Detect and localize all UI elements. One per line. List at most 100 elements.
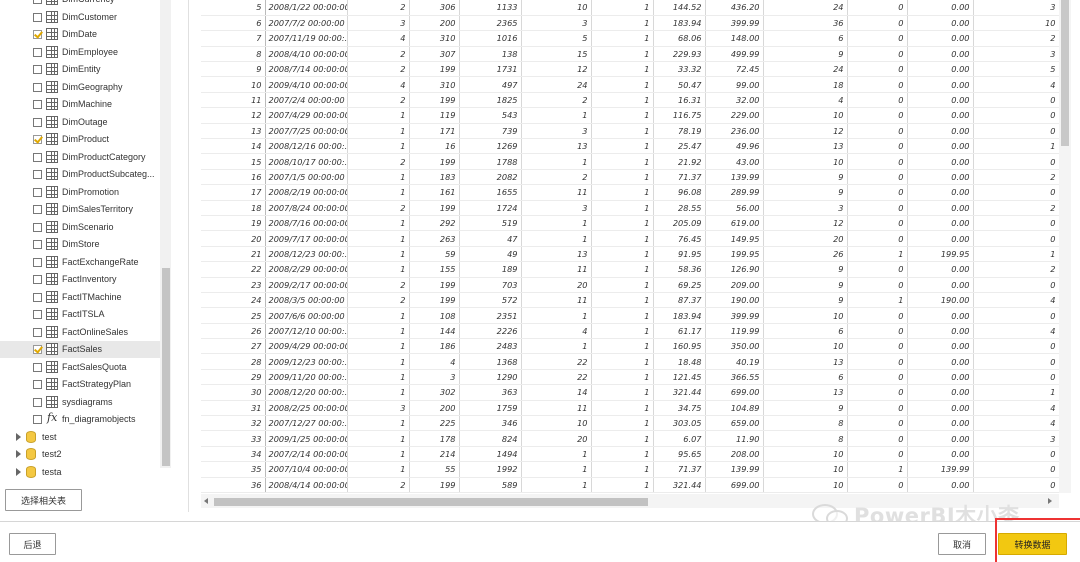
checkbox-icon[interactable] bbox=[33, 12, 42, 22]
table-cell: 2009/7/17 00:00:00 bbox=[265, 230, 348, 247]
table-cell: 0.00 bbox=[907, 184, 974, 201]
checkbox-icon[interactable] bbox=[33, 100, 42, 109]
table-cell: 20 bbox=[763, 230, 848, 247]
nav-item[interactable]: FactExchangeRate bbox=[0, 254, 160, 271]
table-cell: 2 bbox=[347, 92, 410, 109]
table-cell: 1 bbox=[521, 215, 592, 232]
checkbox-icon[interactable] bbox=[33, 275, 42, 284]
table-cell: 209.00 bbox=[705, 277, 764, 293]
table-cell: 4 bbox=[347, 76, 410, 93]
nav-item[interactable]: DimPromotion bbox=[0, 184, 160, 201]
nav-item[interactable]: FactITSLA bbox=[0, 306, 160, 323]
nav-item[interactable]: DimStore bbox=[0, 236, 160, 253]
checkbox-icon[interactable] bbox=[33, 0, 42, 4]
checkbox-icon[interactable] bbox=[33, 205, 42, 214]
nav-item[interactable]: DimOutage bbox=[0, 114, 160, 131]
nav-item-label: fn_diagramobjects bbox=[62, 414, 136, 424]
table-cell: 0 bbox=[847, 277, 908, 293]
table-icon bbox=[46, 378, 58, 390]
nav-item[interactable]: fx fn_diagramobjects bbox=[0, 411, 160, 428]
nav-item[interactable]: DimDate bbox=[0, 26, 160, 43]
nav-item[interactable]: sysdiagrams bbox=[0, 394, 160, 411]
table-cell: 11 bbox=[521, 261, 592, 278]
checkbox-icon[interactable] bbox=[33, 152, 42, 162]
checkbox-icon[interactable] bbox=[33, 310, 42, 319]
table-cell: 346 bbox=[459, 415, 522, 432]
database-label: test2 bbox=[42, 449, 62, 459]
checkbox-icon[interactable] bbox=[33, 397, 42, 407]
nav-item[interactable]: FactStrategyPlan bbox=[0, 376, 160, 393]
table-cell: 14 bbox=[521, 384, 592, 401]
table-cell: 2365 bbox=[459, 15, 522, 32]
checkbox-checked-icon[interactable] bbox=[33, 135, 42, 144]
database-item[interactable]: test2 bbox=[0, 446, 160, 463]
table-cell: 0 bbox=[847, 261, 908, 278]
nav-item[interactable]: FactITMachine bbox=[0, 289, 160, 306]
checkbox-icon[interactable] bbox=[33, 240, 42, 249]
nav-item[interactable]: DimSalesTerritory bbox=[0, 201, 160, 218]
nav-item[interactable]: DimGeography bbox=[0, 79, 160, 96]
nav-item[interactable]: DimProductCategory bbox=[0, 149, 160, 166]
table-cell: 58.36 bbox=[653, 261, 706, 278]
grid-horizontal-scrollbar-thumb[interactable] bbox=[214, 498, 648, 506]
cancel-button[interactable]: 取消 bbox=[938, 533, 986, 555]
table-cell: 1 bbox=[521, 338, 592, 355]
grid-vertical-scrollbar-thumb[interactable] bbox=[1061, 0, 1069, 146]
table-cell: 1 bbox=[521, 107, 592, 124]
table-row: 10 2009/4/10 00:00:00 4 310 497 24 1 50.47 99.00… bbox=[201, 76, 1059, 93]
select-related-tables-button[interactable]: 选择相关表 bbox=[5, 489, 82, 511]
table-cell: 0.00 bbox=[907, 215, 974, 232]
database-icon bbox=[26, 448, 36, 460]
table-icon bbox=[46, 63, 58, 75]
table-cell: 2007/12/10 00:00:... bbox=[265, 323, 348, 340]
nav-item[interactable]: FactOnlineSales bbox=[0, 324, 160, 341]
nav-item[interactable]: DimEmployee bbox=[0, 44, 160, 61]
nav-item[interactable]: FactSalesQuota bbox=[0, 359, 160, 376]
nav-item[interactable]: DimScenario bbox=[0, 219, 160, 236]
table-cell: 22 bbox=[521, 353, 592, 370]
table-cell: 4 bbox=[973, 323, 1059, 340]
checkbox-icon[interactable] bbox=[33, 82, 42, 92]
database-item[interactable]: testa bbox=[0, 464, 160, 481]
table-icon bbox=[46, 98, 58, 110]
nav-item[interactable]: FactInventory bbox=[0, 271, 160, 288]
checkbox-icon[interactable] bbox=[33, 47, 42, 57]
checkbox-icon[interactable] bbox=[33, 117, 42, 127]
scroll-left-arrow-icon[interactable] bbox=[204, 498, 208, 504]
nav-item[interactable]: DimProductSubcateg... bbox=[0, 166, 160, 183]
table-cell: 72.45 bbox=[705, 61, 764, 78]
checkbox-icon[interactable] bbox=[33, 327, 42, 337]
database-item[interactable]: test bbox=[0, 429, 160, 446]
nav-item[interactable]: DimCurrency bbox=[0, 0, 160, 8]
nav-item[interactable]: FactSales bbox=[0, 341, 160, 358]
expand-caret-icon[interactable] bbox=[16, 432, 21, 441]
expand-caret-icon[interactable] bbox=[16, 450, 21, 458]
checkbox-icon[interactable] bbox=[33, 362, 42, 372]
table-cell: 659.00 bbox=[705, 415, 764, 432]
table-row: 26 2007/12/10 00:00:... 1 144 2226 4 1 61.17 119… bbox=[201, 323, 1059, 340]
table-cell: 1759 bbox=[459, 400, 522, 417]
table-cell: 2008/12/20 00:00:... bbox=[265, 384, 348, 401]
table-cell: 1 bbox=[347, 338, 410, 355]
checkbox-icon[interactable] bbox=[33, 170, 42, 179]
nav-item[interactable]: DimCustomer bbox=[0, 9, 160, 26]
checkbox-checked-icon[interactable] bbox=[33, 345, 42, 354]
table-cell: 307 bbox=[409, 46, 460, 63]
table-cell: 2008/12/23 00:00:... bbox=[265, 246, 348, 263]
back-button[interactable]: 后退 bbox=[9, 533, 56, 555]
checkbox-icon[interactable] bbox=[33, 292, 42, 302]
checkbox-checked-icon[interactable] bbox=[33, 30, 42, 39]
nav-item[interactable]: DimMachine bbox=[0, 96, 160, 113]
checkbox-icon[interactable] bbox=[33, 187, 42, 197]
checkbox-icon[interactable] bbox=[33, 257, 42, 267]
checkbox-icon[interactable] bbox=[33, 222, 42, 232]
scroll-right-arrow-icon[interactable] bbox=[1048, 498, 1052, 504]
nav-item[interactable]: DimEntity bbox=[0, 61, 160, 78]
navigator-scrollbar-thumb[interactable] bbox=[162, 268, 170, 466]
checkbox-icon[interactable] bbox=[33, 380, 42, 389]
expand-caret-icon[interactable] bbox=[16, 467, 21, 476]
nav-item[interactable]: DimProduct bbox=[0, 131, 160, 148]
table-cell: 104.89 bbox=[705, 400, 764, 417]
checkbox-icon[interactable] bbox=[33, 415, 42, 424]
checkbox-icon[interactable] bbox=[33, 65, 42, 74]
